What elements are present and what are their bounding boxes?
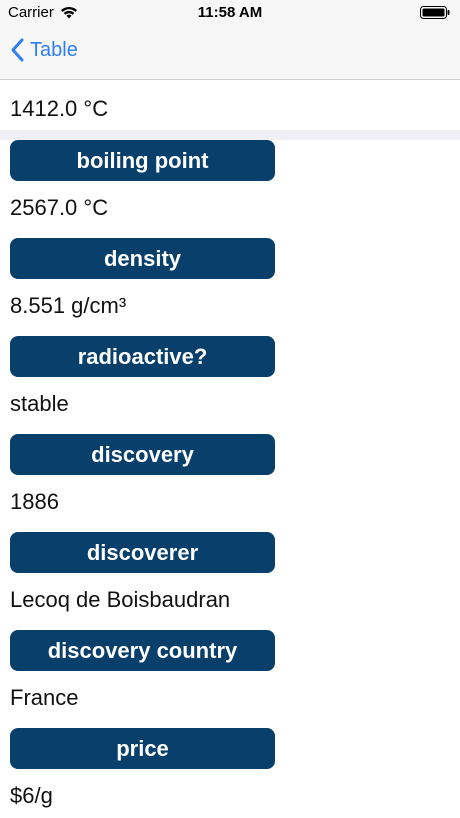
list-item: radioactive? stable [0,336,460,444]
back-button[interactable]: Table [10,38,78,62]
list-item: discovery country France [0,630,460,738]
list-item: boiling point 2567.0 °C [0,140,460,248]
chevron-left-icon [11,38,24,62]
property-label-pill: price [10,728,275,769]
list-item: price $6/g [0,728,460,818]
property-value: France [10,685,79,710]
property-value: 1412.0 °C [10,96,109,121]
property-label-pill: radioactive? [10,336,275,377]
property-label-pill: discoverer [10,532,275,573]
property-value: stable [10,391,69,416]
list-item: discovery 1886 [0,434,460,542]
property-value: Lecoq de Boisbaudran [10,587,231,612]
battery-icon [420,6,450,19]
navigation-bar: Table [0,26,460,80]
property-value: 2567.0 °C [10,195,109,220]
property-label-pill: discovery country [10,630,275,671]
property-value: 8.551 g/cm³ [10,293,127,318]
list-item: density 8.551 g/cm³ [0,238,460,346]
status-time: 11:58 AM [197,4,263,21]
status-bar: Carrier 11:58 AM [0,0,460,26]
list-item: discoverer Lecoq de Boisbaudran [0,532,460,640]
property-value: 1886 [10,489,59,514]
properties-list[interactable]: 1412.0 °C boiling point 2567.0 °C densit… [0,80,460,818]
property-label-pill: boiling point [10,140,275,181]
property-label-pill: discovery [10,434,275,475]
list-item: 1412.0 °C [0,80,460,140]
back-button-label: Table [30,38,78,61]
property-value: $6/g [10,783,53,808]
property-label-pill: density [10,238,275,279]
